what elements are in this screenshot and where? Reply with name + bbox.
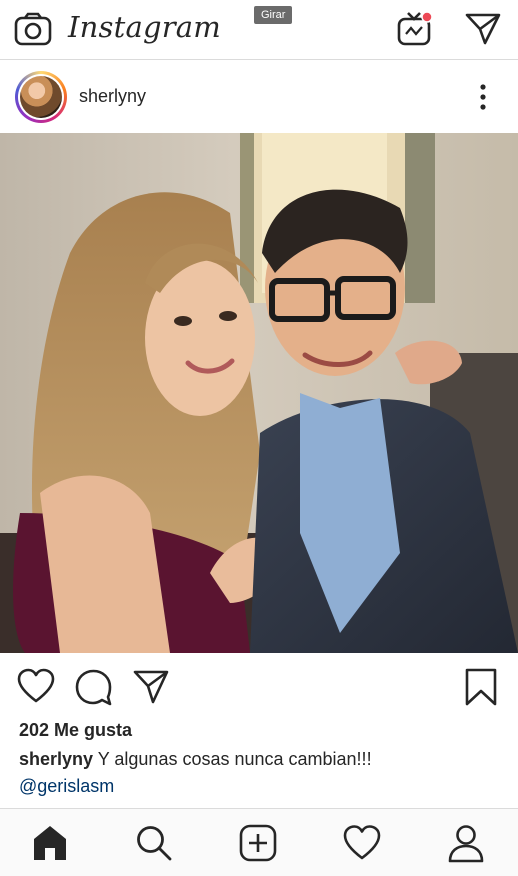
camera-icon[interactable] xyxy=(14,12,52,46)
bottom-tab-bar xyxy=(0,808,518,876)
more-options-icon[interactable] xyxy=(472,81,494,113)
post-photo-image xyxy=(0,133,518,653)
share-icon[interactable] xyxy=(131,667,171,707)
caption-mention-link[interactable]: @gerislasm xyxy=(19,776,114,797)
profile-icon[interactable] xyxy=(446,823,486,863)
direct-message-icon[interactable] xyxy=(464,11,502,45)
search-icon[interactable] xyxy=(134,823,174,863)
caption-text: Y algunas cosas nunca cambian!!! xyxy=(93,749,372,769)
post-header: sherlyny xyxy=(0,61,518,133)
caption-username[interactable]: sherlyny xyxy=(19,749,93,769)
instagram-logo: Instagram xyxy=(68,10,221,44)
likes-count[interactable]: 202 Me gusta xyxy=(19,720,132,741)
post-username[interactable]: sherlyny xyxy=(79,86,146,107)
bookmark-icon[interactable] xyxy=(461,667,501,707)
igtv-icon[interactable] xyxy=(396,10,434,46)
avatar-photo xyxy=(20,76,62,118)
activity-heart-icon[interactable] xyxy=(342,823,382,863)
top-navigation-bar: Instagram Girar xyxy=(0,0,518,60)
post-actions-bar xyxy=(0,653,518,719)
rotate-tooltip: Girar xyxy=(254,6,293,24)
post-caption: sherlyny Y algunas cosas nunca cambian!!… xyxy=(19,749,372,770)
new-post-icon[interactable] xyxy=(238,823,278,863)
comment-icon[interactable] xyxy=(74,667,114,707)
heart-icon[interactable] xyxy=(16,667,56,707)
post-photo[interactable] xyxy=(0,133,518,653)
avatar[interactable] xyxy=(15,71,67,123)
home-icon[interactable] xyxy=(30,823,70,863)
